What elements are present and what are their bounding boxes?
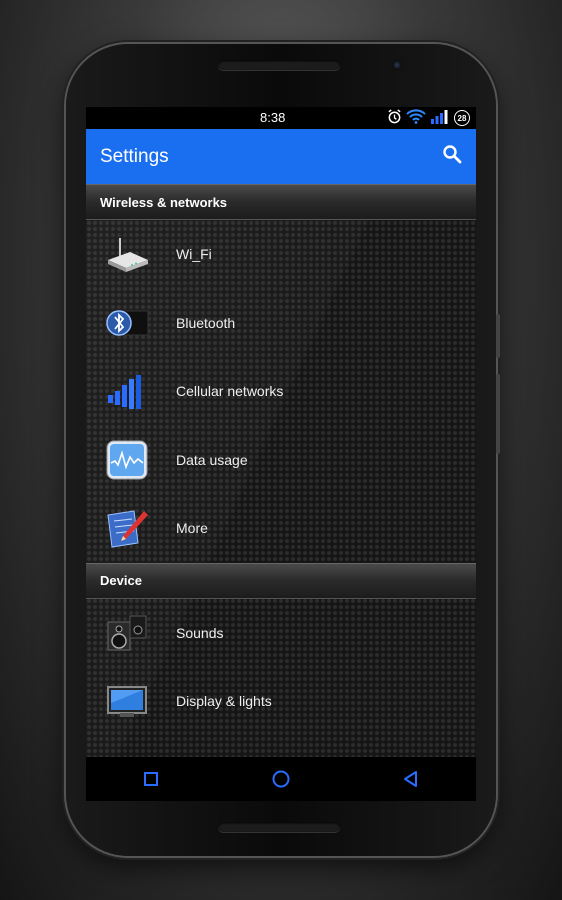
section-header-device: Device: [86, 562, 476, 599]
settings-item-label: Wi_Fi: [176, 246, 212, 263]
display-monitor-icon: [102, 678, 152, 724]
settings-item-wifi[interactable]: Wi_Fi: [86, 220, 476, 289]
settings-item-more[interactable]: More: [86, 494, 476, 563]
bluetooth-icon: [102, 300, 152, 346]
phone-screen: 8:38 28 Settings Wireless & networks Wi_…: [86, 107, 476, 801]
pencil-note-icon: [102, 505, 152, 551]
section-header-wireless: Wireless & networks: [86, 184, 476, 220]
settings-item-label: Cellular networks: [176, 383, 284, 400]
speaker-icon: [102, 610, 152, 656]
status-time: 8:38: [260, 110, 286, 125]
front-camera: [392, 60, 402, 70]
wifi-icon: [406, 109, 426, 127]
volume-button: [496, 374, 500, 454]
settings-item-bluetooth[interactable]: Bluetooth: [86, 289, 476, 358]
settings-item-data-usage[interactable]: Data usage: [86, 426, 476, 495]
settings-item-label: More: [176, 520, 208, 537]
home-icon[interactable]: [261, 759, 301, 799]
page-title: Settings: [100, 145, 169, 167]
settings-item-label: Display & lights: [176, 693, 272, 710]
settings-item-sounds[interactable]: Sounds: [86, 599, 476, 668]
signal-icon: [430, 109, 450, 127]
battery-icon: 28: [454, 110, 470, 126]
settings-item-cellular[interactable]: Cellular networks: [86, 357, 476, 426]
alarm-icon: [387, 109, 402, 127]
settings-list: Wireless & networks Wi_Fi Bluetooth Cell…: [86, 184, 476, 757]
data-usage-chart-icon: [102, 437, 152, 483]
top-speaker: [218, 60, 340, 70]
recent-apps-icon[interactable]: [131, 759, 171, 799]
settings-item-display[interactable]: Display & lights: [86, 667, 476, 736]
power-button: [496, 314, 500, 358]
section-header-label: Device: [100, 573, 142, 588]
bottom-speaker: [218, 822, 340, 832]
back-icon[interactable]: [391, 759, 431, 799]
settings-item-label: Data usage: [176, 451, 248, 468]
settings-item-label: Bluetooth: [176, 314, 236, 331]
settings-item-label: Sounds: [176, 624, 224, 641]
status-bar: 8:38 28: [86, 107, 476, 129]
app-bar: Settings: [86, 129, 476, 184]
navigation-bar: [86, 757, 476, 801]
battery-level: 28: [457, 113, 467, 123]
search-icon[interactable]: [442, 144, 462, 169]
router-icon: [102, 231, 152, 277]
cellular-signal-icon: [102, 368, 152, 414]
section-header-label: Wireless & networks: [100, 194, 228, 210]
